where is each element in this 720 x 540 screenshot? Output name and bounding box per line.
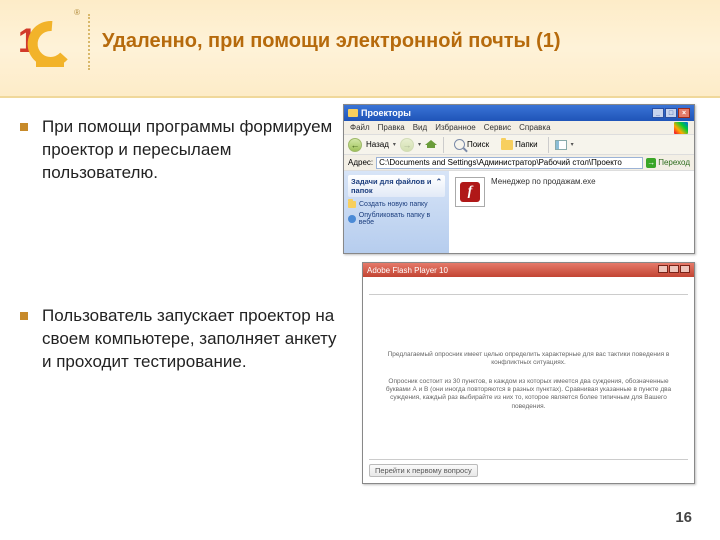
toolbar: ← Назад ▾ → ▾ Поиск Папки ▾ (344, 135, 694, 155)
bullet-text: Пользователь запускает проектор на своем… (42, 305, 340, 374)
window-controls (657, 265, 690, 275)
window-title-text: Проекторы (361, 108, 411, 118)
minimize-icon: _ (652, 108, 664, 118)
menu-item: Вид (413, 123, 427, 132)
player-window-illustration: Adobe Flash Player 10 Предлагаемый опрос… (362, 262, 695, 484)
maximize-icon: □ (665, 108, 677, 118)
chevron-down-icon: ▾ (418, 141, 421, 148)
go-arrow-icon: → (646, 158, 656, 168)
player-paragraph: Предлагаемый опросник имеет целью опреде… (379, 351, 678, 368)
task-link: Создать новую папку (348, 201, 445, 208)
bullet-marker-icon (20, 123, 28, 131)
player-title-text: Adobe Flash Player 10 (367, 266, 448, 275)
file-icon: f (455, 177, 485, 207)
menu-item: Избранное (435, 123, 476, 132)
flash-icon: f (460, 182, 480, 202)
window-titlebar: Проекторы _ □ × (344, 105, 694, 121)
up-icon (425, 140, 437, 150)
bullet-marker-icon (20, 312, 28, 320)
content-area: При помощи программы формируем проектор … (20, 116, 340, 374)
task-pane-header: Задачи для файлов и папок (351, 177, 436, 195)
menu-item: Файл (350, 123, 370, 132)
chevron-down-icon: ▾ (393, 141, 396, 148)
player-tab-bar (369, 283, 688, 295)
player-titlebar: Adobe Flash Player 10 (363, 263, 694, 277)
chevron-down-icon: ▾ (571, 141, 574, 148)
minimize-icon (658, 265, 668, 273)
bullet-item: Пользователь запускает проектор на своем… (20, 305, 340, 374)
folder-icon (501, 140, 513, 150)
player-paragraph: Опросник состоит из 30 пунктов, в каждом… (379, 378, 678, 412)
go-button: → Переход (646, 158, 690, 168)
bullet-item: При помощи программы формируем проектор … (20, 116, 340, 185)
bullet-text: При помощи программы формируем проектор … (42, 116, 340, 185)
window-controls: _ □ × (652, 108, 690, 118)
logo-1c: 1 ® (14, 12, 74, 72)
back-label: Назад (366, 140, 389, 149)
slide-title: Удаленно, при помощи электронной почты (… (102, 30, 561, 53)
title-separator (88, 14, 90, 70)
player-next-button: Перейти к первому вопросу (369, 464, 478, 477)
views-icon (555, 140, 567, 150)
menu-bar: Файл Правка Вид Избранное Сервис Справка (344, 121, 694, 135)
menu-item: Справка (519, 123, 550, 132)
search-icon (454, 139, 465, 150)
logo-reg: ® (74, 8, 80, 17)
address-bar: Адрес: → Переход (344, 155, 694, 171)
file-area: f Менеджер по продажам.exe (449, 171, 694, 253)
back-icon: ← (348, 138, 362, 152)
task-link: Опубликовать папку в вебе (348, 212, 445, 226)
menu-item: Сервис (484, 123, 511, 132)
address-input (376, 157, 643, 169)
folder-icon (348, 109, 358, 117)
close-icon: × (678, 108, 690, 118)
folder-icon (348, 201, 356, 208)
maximize-icon (669, 265, 679, 273)
search-button: Поиск (450, 137, 493, 152)
globe-icon (348, 215, 356, 223)
task-pane: Задачи для файлов и папок⌃ Создать новую… (344, 171, 449, 253)
address-label: Адрес: (348, 158, 373, 167)
collapse-icon: ⌃ (436, 177, 442, 195)
close-icon (680, 265, 690, 273)
file-name: Менеджер по продажам.exe (491, 177, 596, 247)
folders-button: Папки (497, 138, 542, 152)
explorer-window-illustration: Проекторы _ □ × Файл Правка Вид Избранно… (343, 104, 695, 254)
page-number: 16 (675, 509, 692, 526)
forward-icon: → (400, 138, 414, 152)
menu-item: Правка (378, 123, 405, 132)
windows-flag-icon (674, 122, 688, 134)
